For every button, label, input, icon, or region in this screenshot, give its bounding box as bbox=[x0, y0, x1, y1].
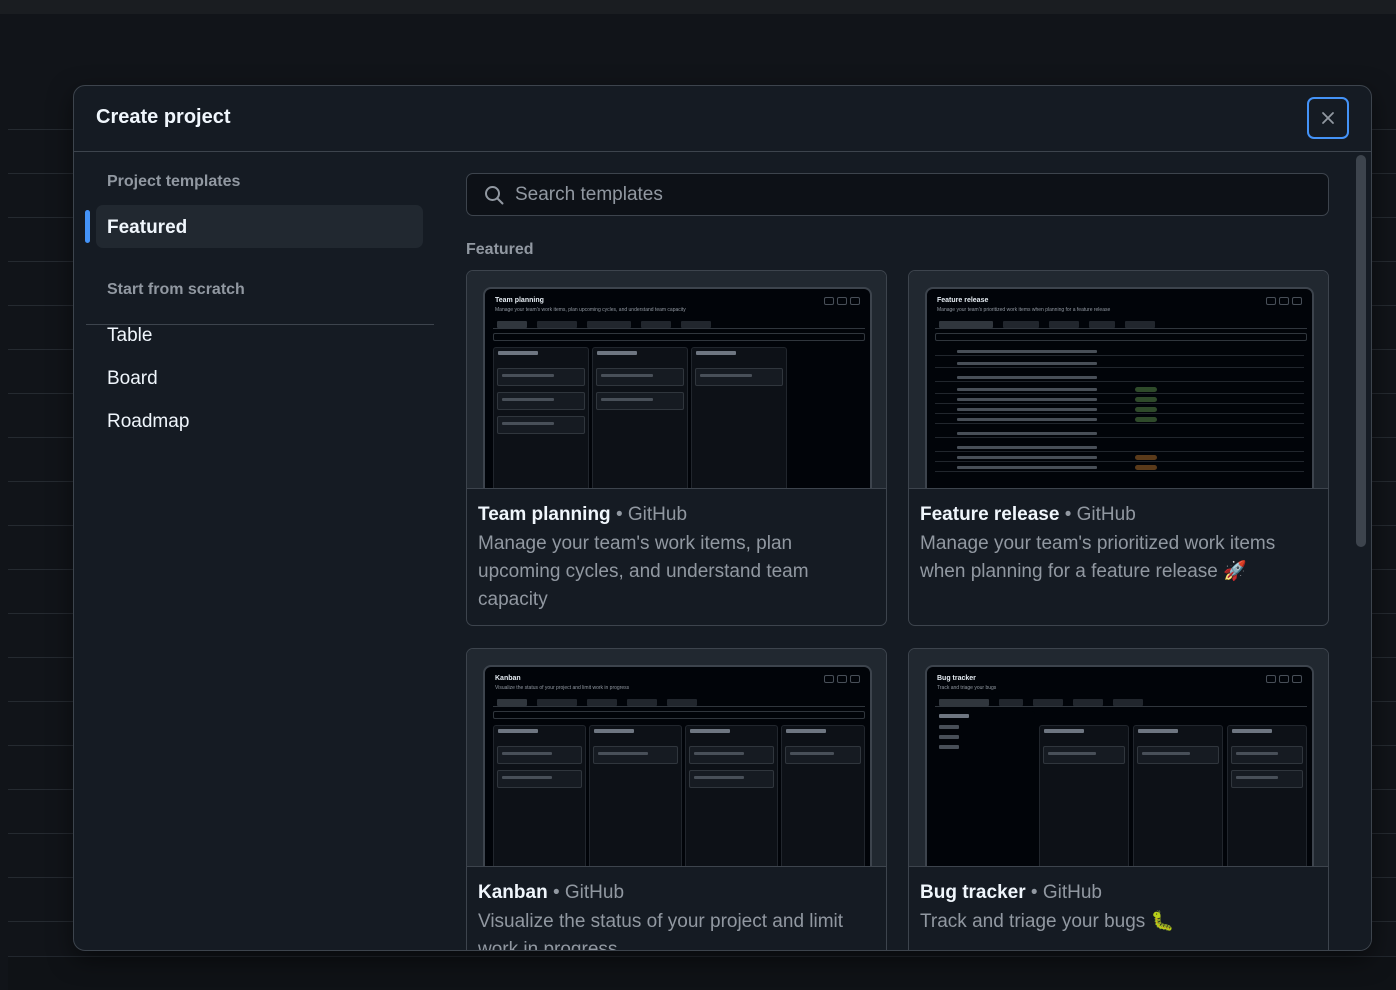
preview-column bbox=[685, 725, 778, 866]
template-card-body: Kanban • GitHub Visualize the status of … bbox=[478, 879, 878, 951]
template-card-bug-tracker[interactable]: Bug tracker Track and triage your bugs B… bbox=[908, 648, 1329, 950]
template-name: Kanban bbox=[478, 882, 548, 903]
template-gallery: Featured Team planning Manage your team'… bbox=[466, 153, 1346, 951]
preview-tabs bbox=[935, 697, 1307, 707]
template-name: Feature release bbox=[920, 504, 1060, 525]
template-description: Visualize the status of your project and… bbox=[478, 911, 844, 951]
preview-title: Bug tracker bbox=[937, 675, 976, 682]
template-name: Bug tracker bbox=[920, 882, 1026, 903]
template-card-body: Feature release • GitHub Manage your tea… bbox=[920, 501, 1320, 586]
sidebar-item-label: Table bbox=[107, 325, 153, 346]
close-icon bbox=[1322, 112, 1334, 124]
templates-heading: Project templates bbox=[107, 173, 241, 190]
preview-column bbox=[589, 725, 682, 866]
preview-subtitle: Manage your team's prioritized work item… bbox=[937, 307, 1111, 313]
preview-tabs bbox=[935, 319, 1307, 329]
sidebar-item-label: Roadmap bbox=[107, 411, 190, 432]
sidebar-item-label: Featured bbox=[107, 217, 188, 238]
template-card-body: Team planning • GitHub Manage your team'… bbox=[478, 501, 878, 614]
template-description: Manage your team's prioritized work item… bbox=[920, 533, 1276, 582]
template-owner: GitHub bbox=[1076, 504, 1136, 525]
preview-toolbar bbox=[824, 297, 860, 305]
preview-column bbox=[781, 725, 865, 866]
preview-column bbox=[691, 347, 787, 488]
template-card-heading: Kanban • GitHub bbox=[478, 879, 878, 907]
preview-column bbox=[1227, 725, 1307, 866]
template-preview: Kanban Visualize the status of your proj… bbox=[467, 649, 886, 867]
preview-title: Feature release bbox=[937, 297, 989, 304]
search-box bbox=[466, 173, 1329, 216]
featured-section-label: Featured bbox=[466, 241, 534, 258]
template-card-heading: Feature release • GitHub bbox=[920, 501, 1320, 529]
background-topbar bbox=[0, 0, 1396, 14]
separator-dot: • bbox=[1064, 504, 1072, 525]
create-project-dialog: Create project Project templates Feature… bbox=[73, 85, 1372, 951]
template-name: Team planning bbox=[478, 504, 611, 525]
template-card-heading: Bug tracker • GitHub bbox=[920, 879, 1320, 907]
scrollbar-thumb[interactable] bbox=[1356, 155, 1366, 547]
sidebar-item-roadmap[interactable]: Roadmap bbox=[96, 399, 423, 442]
preview-subtitle: Manage your team's work items, plan upco… bbox=[495, 307, 686, 313]
preview-toolbar bbox=[824, 675, 860, 683]
preview-filter bbox=[493, 333, 865, 341]
template-description: Track and triage your bugs 🐛 bbox=[920, 911, 1175, 932]
preview-column bbox=[1039, 725, 1129, 866]
preview-title: Team planning bbox=[495, 297, 544, 304]
preview-title: Kanban bbox=[495, 675, 521, 682]
close-button[interactable] bbox=[1307, 97, 1349, 139]
background-footer bbox=[8, 956, 1396, 990]
preview-filter bbox=[935, 333, 1307, 341]
sidebar-item-board[interactable]: Board bbox=[96, 356, 423, 399]
template-owner: GitHub bbox=[1042, 882, 1102, 903]
template-preview: Feature release Manage your team's prior… bbox=[909, 271, 1328, 489]
sidebar-item-label: Board bbox=[107, 368, 158, 389]
preview-table-mock: Feature release Manage your team's prior… bbox=[925, 287, 1314, 488]
template-owner: GitHub bbox=[564, 882, 625, 903]
preview-subtitle: Track and triage your bugs bbox=[937, 685, 997, 691]
template-sidebar: Project templates Featured Start from sc… bbox=[74, 153, 434, 950]
preview-board-mock: Team planning Manage your team's work it… bbox=[483, 287, 872, 488]
template-card-heading: Team planning • GitHub bbox=[478, 501, 878, 529]
preview-column bbox=[1133, 725, 1223, 866]
preview-priority-list bbox=[935, 711, 1035, 866]
search-input[interactable] bbox=[515, 174, 1315, 215]
preview-column bbox=[592, 347, 688, 488]
template-description: Manage your team's work items, plan upco… bbox=[478, 533, 809, 610]
search-icon bbox=[485, 186, 504, 205]
preview-column bbox=[493, 347, 589, 488]
template-card-team-planning[interactable]: Team planning Manage your team's work it… bbox=[466, 270, 887, 626]
template-card-kanban[interactable]: Kanban Visualize the status of your proj… bbox=[466, 648, 887, 951]
preview-filter bbox=[493, 711, 865, 719]
template-card-body: Bug tracker • GitHub Track and triage yo… bbox=[920, 879, 1320, 936]
separator-dot: • bbox=[1030, 882, 1038, 903]
preview-tabs bbox=[493, 697, 865, 707]
preview-board-mock: Kanban Visualize the status of your proj… bbox=[483, 665, 872, 866]
dialog-title: Create project bbox=[96, 106, 231, 128]
preview-column bbox=[493, 725, 586, 866]
template-owner: GitHub bbox=[627, 504, 688, 525]
preview-board-mock: Bug tracker Track and triage your bugs bbox=[925, 665, 1314, 866]
template-card-feature-release[interactable]: Feature release Manage your team's prior… bbox=[908, 270, 1329, 626]
preview-tabs bbox=[493, 319, 865, 329]
separator-dot: • bbox=[615, 504, 623, 525]
preview-toolbar bbox=[1266, 675, 1302, 683]
template-preview: Bug tracker Track and triage your bugs bbox=[909, 649, 1328, 867]
template-preview: Team planning Manage your team's work it… bbox=[467, 271, 886, 489]
preview-toolbar bbox=[1266, 297, 1302, 305]
scratch-heading: Start from scratch bbox=[107, 281, 245, 298]
separator-dot: • bbox=[552, 882, 560, 903]
sidebar-item-featured[interactable]: Featured bbox=[85, 205, 423, 248]
sidebar-item-table[interactable]: Table bbox=[96, 313, 423, 356]
dialog-header: Create project bbox=[74, 86, 1371, 152]
preview-subtitle: Visualize the status of your project and… bbox=[495, 685, 630, 691]
